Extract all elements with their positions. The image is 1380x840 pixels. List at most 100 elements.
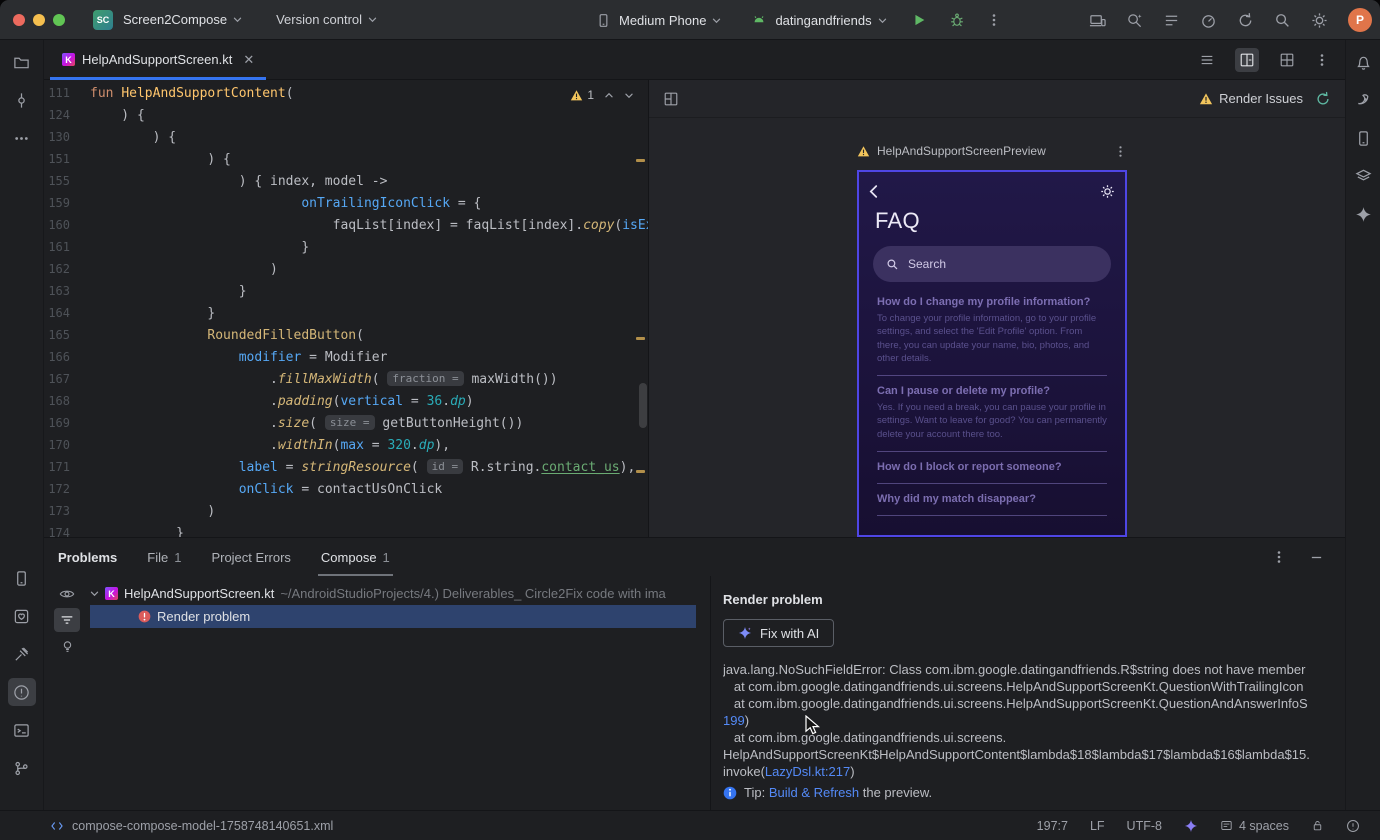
code-line[interactable]: 163 } <box>44 280 648 302</box>
ai-spark-icon[interactable] <box>1184 819 1198 833</box>
faq-search-bar[interactable]: Search <box>873 246 1111 282</box>
next-issue-chevron-icon[interactable] <box>624 92 634 99</box>
profiler-icon[interactable] <box>1200 12 1217 29</box>
lock-icon[interactable] <box>1311 819 1324 832</box>
resource-manager-tool-button[interactable] <box>1349 162 1377 190</box>
vcs-menu[interactable]: Version control <box>276 12 377 27</box>
gemini-tool-button[interactable] <box>1349 200 1377 228</box>
stack-trace-link[interactable]: 199 <box>723 713 745 728</box>
device-selector[interactable]: Medium Phone <box>619 13 721 28</box>
code-line[interactable]: 164 } <box>44 302 648 324</box>
app-quality-insights-tool-button[interactable] <box>8 602 36 630</box>
zoom-window-button[interactable] <box>53 13 65 26</box>
tree-file-row[interactable]: K HelpAndSupportScreen.kt ~/AndroidStudi… <box>90 582 702 605</box>
faq-question[interactable]: How do I block or report someone? <box>877 461 1107 473</box>
code-line[interactable]: 159 onTrailingIconClick = { <box>44 192 648 214</box>
run-configuration-selector[interactable]: datingandfriends <box>775 13 886 28</box>
faq-question[interactable]: Can I pause or delete my profile? <box>877 385 1107 397</box>
ai-star-icon <box>738 626 752 640</box>
gradle-tool-button[interactable] <box>1349 86 1377 114</box>
code-line[interactable]: 171 label = stringResource( id = R.strin… <box>44 456 648 478</box>
inspection-widget[interactable]: 1 <box>570 88 634 102</box>
line-number: 124 <box>48 108 70 122</box>
code-editor[interactable]: 111 fun HelpAndSupportContent(124 ) {130 … <box>44 80 648 537</box>
faq-question[interactable]: Why did my match disappear? <box>877 493 1107 505</box>
todo-list-icon[interactable] <box>1163 12 1180 29</box>
commit-tool-button[interactable] <box>8 86 36 114</box>
run-button[interactable] <box>911 12 927 28</box>
device-manager-tool-button[interactable] <box>1349 124 1377 152</box>
code-line[interactable]: 161 } <box>44 236 648 258</box>
project-menu[interactable]: Screen2Compose <box>123 12 242 27</box>
tab-file[interactable]: File 1 <box>147 538 181 576</box>
code-line[interactable]: 173 ) <box>44 500 648 522</box>
code-line[interactable]: 170 .widthIn(max = 320.dp), <box>44 434 648 456</box>
fix-with-ai-button[interactable]: Fix with AI <box>723 619 835 647</box>
tab-options-kebab-icon[interactable] <box>1315 53 1329 67</box>
faq-question[interactable]: How do I change my profile information? <box>877 296 1107 308</box>
debug-button[interactable] <box>949 12 965 28</box>
code-line[interactable]: 162 ) <box>44 258 648 280</box>
line-ending-widget[interactable]: LF <box>1090 819 1105 833</box>
code-line[interactable]: 166 modifier = Modifier <box>44 346 648 368</box>
prev-issue-chevron-icon[interactable] <box>604 92 614 99</box>
code-line[interactable]: 130 ) { <box>44 126 648 148</box>
sync-icon[interactable] <box>1237 12 1254 29</box>
split-editor-icon[interactable] <box>1235 47 1259 72</box>
more-actions-button[interactable] <box>987 13 1001 27</box>
build-refresh-link[interactable]: Build & Refresh <box>769 785 859 800</box>
code-line[interactable]: 167 .fillMaxWidth( fraction = maxWidth()… <box>44 368 648 390</box>
code-line[interactable]: 111 fun HelpAndSupportContent( <box>44 82 648 104</box>
stack-trace-link[interactable]: LazyDsl.kt:217 <box>765 764 850 779</box>
minimize-window-button[interactable] <box>33 13 45 26</box>
running-devices-tool-button[interactable] <box>8 564 36 592</box>
editor-list-icon[interactable] <box>1195 48 1219 72</box>
tip-suffix: the preview. <box>859 785 933 800</box>
notifications-status-icon[interactable] <box>1346 819 1360 833</box>
preview-toggle-eye-icon[interactable] <box>54 582 80 606</box>
project-tool-button[interactable] <box>8 48 36 76</box>
quick-fix-bulb-icon[interactable] <box>54 634 80 658</box>
back-chevron-icon[interactable] <box>869 184 878 198</box>
editor-tab[interactable]: K HelpAndSupportScreen.kt ✕ <box>50 40 267 80</box>
panel-options-kebab-icon[interactable] <box>1272 550 1286 564</box>
preview-layout-icon[interactable] <box>663 91 679 107</box>
chevron-down-icon[interactable] <box>90 590 99 597</box>
tab-compose[interactable]: Compose 1 <box>317 538 393 576</box>
filter-list-icon[interactable] <box>54 608 80 632</box>
problems-tool-button[interactable] <box>7 678 36 706</box>
code-line[interactable]: 174 } <box>44 522 648 538</box>
close-window-button[interactable] <box>13 13 25 26</box>
caret-position-widget[interactable]: 197:7 <box>1037 819 1068 833</box>
detach-editor-icon[interactable] <box>1275 48 1299 72</box>
preview-options-kebab-icon[interactable] <box>1114 145 1127 158</box>
settings-gear-icon[interactable] <box>1311 12 1328 29</box>
code-line[interactable]: 168 .padding(vertical = 36.dp) <box>44 390 648 412</box>
code-line[interactable]: 155 ) { index, model -> <box>44 170 648 192</box>
user-avatar[interactable]: P <box>1348 8 1372 32</box>
device-mirror-icon[interactable] <box>1089 12 1106 29</box>
settings-gear-icon[interactable] <box>1100 184 1115 199</box>
code-line[interactable]: 151 ) { <box>44 148 648 170</box>
more-tool-windows-button[interactable] <box>8 124 36 152</box>
version-control-tool-button[interactable] <box>8 754 36 782</box>
code-line[interactable]: 165 RoundedFilledButton( <box>44 324 648 346</box>
encoding-widget[interactable]: UTF-8 <box>1127 819 1162 833</box>
build-tool-button[interactable] <box>8 640 36 668</box>
tree-issue-row[interactable]: Render problem <box>90 605 696 628</box>
editor-scrollbar[interactable] <box>639 383 647 428</box>
terminal-tool-button[interactable] <box>8 716 36 744</box>
indent-widget[interactable]: 4 spaces <box>1220 819 1289 833</box>
code-line[interactable]: 160 faqList[index] = faqList[index].copy… <box>44 214 648 236</box>
search-icon[interactable] <box>1274 12 1291 29</box>
render-issues-button[interactable]: Render Issues <box>1199 91 1303 106</box>
close-tab-icon[interactable]: ✕ <box>243 52 254 68</box>
code-line[interactable]: 172 onClick = contactUsOnClick <box>44 478 648 500</box>
refresh-preview-icon[interactable] <box>1315 91 1331 107</box>
ai-search-icon[interactable] <box>1126 12 1143 29</box>
notifications-button[interactable] <box>1349 48 1377 76</box>
code-line[interactable]: 169 .size( size = getButtonHeight()) <box>44 412 648 434</box>
tab-project-errors[interactable]: Project Errors <box>211 538 290 576</box>
code-line[interactable]: 124 ) { <box>44 104 648 126</box>
minimize-panel-icon[interactable] <box>1310 551 1323 564</box>
